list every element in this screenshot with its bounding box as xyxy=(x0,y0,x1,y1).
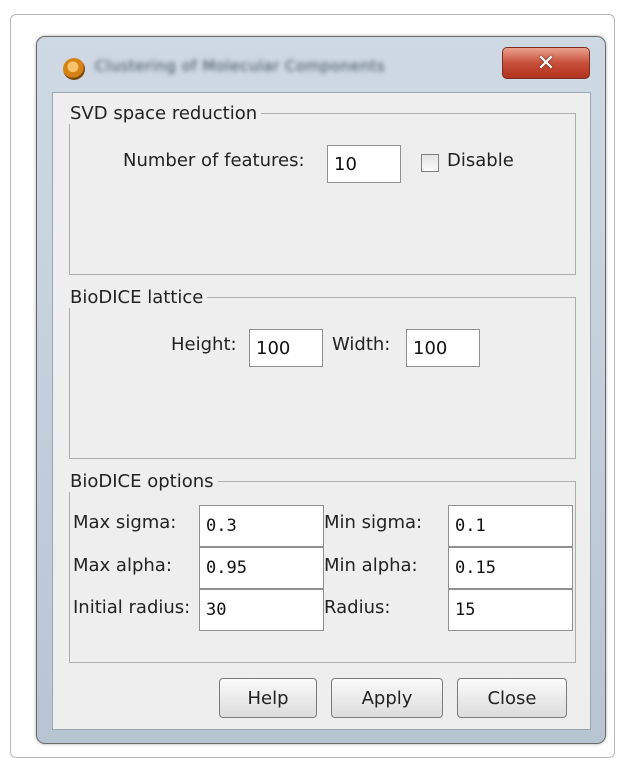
svd-group-legend: SVD space reduction xyxy=(70,103,258,124)
title-bar[interactable]: Clustering of Molecular Components ✕ xyxy=(37,37,605,93)
height-input[interactable]: 100 xyxy=(249,329,323,367)
features-input[interactable]: 10 xyxy=(327,145,401,183)
height-label: Height: xyxy=(171,334,237,355)
options-group-legend: BioDICE options xyxy=(70,471,214,492)
close-window-button[interactable]: ✕ xyxy=(502,47,590,79)
initial-radius-input[interactable]: 30 xyxy=(199,589,324,631)
lattice-group-legend: BioDICE lattice xyxy=(70,287,204,308)
dialog-content: SVD space reduction Number of features: … xyxy=(52,92,591,730)
max-sigma-input[interactable]: 0.3 xyxy=(199,505,324,547)
help-button[interactable]: Help xyxy=(219,678,317,718)
close-button[interactable]: Close xyxy=(457,678,567,718)
min-sigma-label: Min sigma: xyxy=(324,512,423,533)
initial-radius-label: Initial radius: xyxy=(73,597,191,618)
radius-label: Radius: xyxy=(324,597,391,618)
lattice-group: BioDICE lattice xyxy=(69,287,576,459)
app-icon xyxy=(63,58,85,80)
min-alpha-label: Min alpha: xyxy=(324,555,418,576)
min-alpha-input[interactable]: 0.15 xyxy=(448,547,573,589)
dialog-window: Clustering of Molecular Components ✕ SVD… xyxy=(36,36,606,744)
svd-group: SVD space reduction xyxy=(69,103,576,275)
max-alpha-label: Max alpha: xyxy=(73,555,172,576)
min-sigma-input[interactable]: 0.1 xyxy=(448,505,573,547)
radius-input[interactable]: 15 xyxy=(448,589,573,631)
close-icon: ✕ xyxy=(536,50,556,76)
features-label: Number of features: xyxy=(123,150,305,171)
disable-checkbox[interactable] xyxy=(421,154,439,172)
max-sigma-label: Max sigma: xyxy=(73,512,177,533)
window-title: Clustering of Molecular Components xyxy=(95,57,385,75)
max-alpha-input[interactable]: 0.95 xyxy=(199,547,324,589)
disable-label: Disable xyxy=(447,150,514,171)
apply-button[interactable]: Apply xyxy=(331,678,443,718)
width-input[interactable]: 100 xyxy=(406,329,480,367)
width-label: Width: xyxy=(332,334,391,355)
